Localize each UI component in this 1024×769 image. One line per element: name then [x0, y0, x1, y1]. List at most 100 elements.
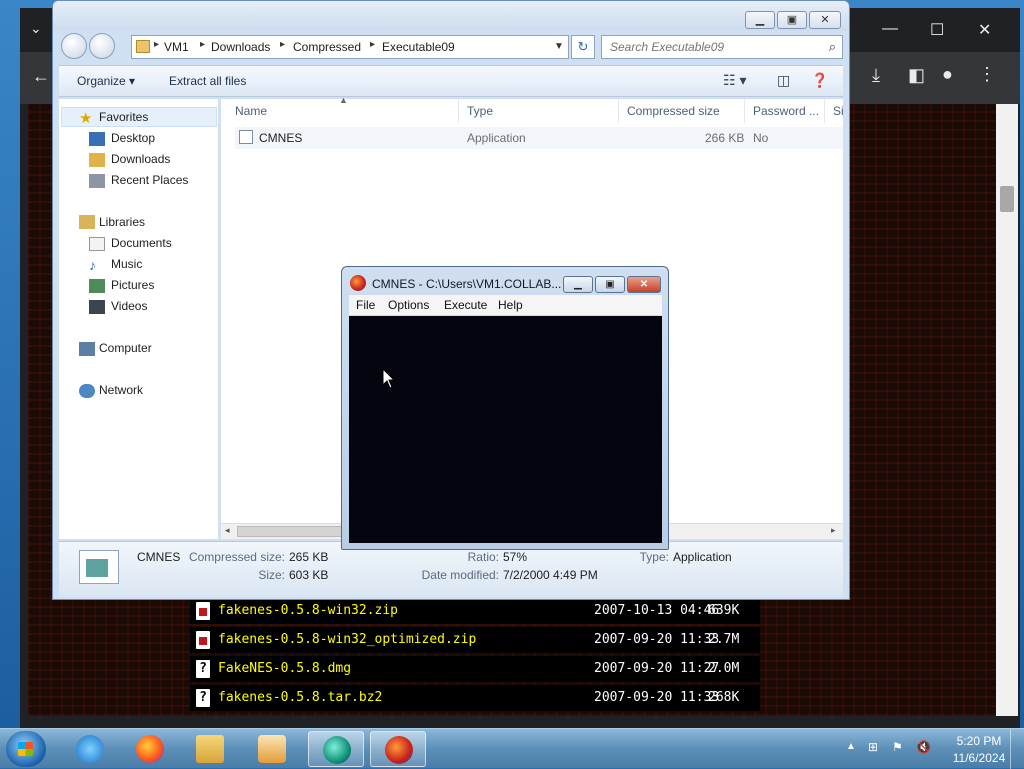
nav-item-pictures[interactable]: Pictures — [111, 278, 154, 298]
cmnes-title: CMNES - C:\Users\VM1.COLLAB... — [372, 277, 562, 291]
clock-date[interactable]: 11/6/2024 — [946, 751, 1012, 765]
sidepanel-icon[interactable]: ◧ — [908, 65, 925, 86]
taskbar-cmnes[interactable] — [370, 731, 426, 767]
forward-button[interactable] — [89, 33, 115, 59]
menu-icon[interactable]: ⋮ — [978, 64, 996, 85]
tab-search-icon[interactable]: ⌄ — [30, 20, 42, 37]
breadcrumb-vm1[interactable]: VM1 — [164, 40, 189, 54]
menu-file[interactable]: File — [356, 298, 375, 312]
scroll-right-icon[interactable]: ▸ — [831, 525, 836, 536]
table-row[interactable]: CMNES Application 266 KB No — [235, 127, 843, 149]
nav-item-downloads[interactable]: Downloads — [111, 152, 170, 172]
explorer-minimize-button[interactable]: ▁ — [745, 11, 775, 29]
column-type[interactable]: Type — [459, 99, 619, 123]
address-bar-row: ▸ VM1 ▸ Downloads ▸ Compressed ▸ Executa… — [61, 33, 845, 63]
nav-item-recent-places[interactable]: Recent Places — [111, 173, 188, 193]
column-name[interactable]: Name — [221, 99, 459, 123]
cmnes-minimize-button[interactable]: ▁ — [563, 276, 593, 293]
file-row[interactable]: ? FakeNES-0.5.8.dmg 2007-09-20 11:27 2.0… — [190, 656, 760, 682]
scroll-left-icon[interactable]: ◂ — [225, 525, 230, 536]
breadcrumb-compressed[interactable]: Compressed — [293, 40, 361, 54]
column-size[interactable]: Si — [825, 99, 844, 123]
volume-muted-icon[interactable]: 🔇 — [916, 740, 931, 754]
scroll-thumb[interactable] — [1000, 186, 1014, 212]
back-button[interactable] — [61, 33, 87, 59]
command-bar: Organize ▾ Extract all files ☷ ▾ ◫ ❓ — [59, 65, 843, 97]
organize-button[interactable]: Organize ▾ — [77, 74, 135, 88]
chevron-right-icon[interactable]: ▸ — [200, 39, 205, 50]
explorer-close-button[interactable]: ✕ — [809, 11, 841, 29]
cmnes-window: CMNES - C:\Users\VM1.COLLAB... ▁ ▣ ✕ Fil… — [341, 266, 669, 550]
nav-item-videos[interactable]: Videos — [111, 299, 147, 319]
taskbar-firefox[interactable] — [122, 731, 178, 767]
nav-item-documents[interactable]: Documents — [111, 236, 172, 256]
show-desktop-button[interactable] — [1010, 729, 1024, 769]
breadcrumb-downloads[interactable]: Downloads — [211, 40, 270, 54]
view-options-icon[interactable]: ☷ ▾ — [723, 72, 746, 89]
details-name: CMNES — [137, 550, 181, 564]
scroll-thumb[interactable] — [237, 526, 347, 537]
start-button[interactable] — [6, 731, 46, 767]
file-name[interactable]: FakeNES-0.5.8.dmg — [218, 661, 351, 676]
search-box[interactable]: ⌕ — [601, 35, 843, 59]
search-icon[interactable]: ⌕ — [829, 39, 836, 55]
minimize-icon[interactable]: — — [882, 20, 898, 38]
chevron-right-icon[interactable]: ▸ — [280, 39, 285, 50]
menu-help[interactable]: Help — [498, 298, 523, 312]
column-password[interactable]: Password ... — [745, 99, 825, 123]
file-size: 2.7M — [708, 632, 740, 647]
refresh-button[interactable]: ↻ — [571, 35, 595, 59]
help-icon[interactable]: ❓ — [811, 72, 828, 89]
menu-options[interactable]: Options — [388, 298, 429, 312]
nav-favorites-label[interactable]: Favorites — [99, 110, 148, 130]
details-type-label: Type: — [639, 550, 669, 564]
nav-item-desktop[interactable]: Desktop — [111, 131, 155, 151]
emulator-screen[interactable] — [349, 316, 662, 543]
chevron-right-icon[interactable]: ▸ — [370, 39, 375, 50]
search-input[interactable] — [608, 39, 818, 55]
file-row[interactable]: fakenes-0.5.8-win32.zip 2007-10-13 04:46… — [190, 598, 760, 624]
details-type: Application — [673, 550, 732, 564]
action-center-icon[interactable]: ⚑ — [892, 740, 903, 754]
chevron-down-icon[interactable]: ▼ — [554, 41, 564, 52]
file-name[interactable]: fakenes-0.5.8-win32_optimized.zip — [218, 632, 476, 647]
back-icon[interactable]: ← — [32, 66, 50, 87]
taskbar-explorer[interactable] — [182, 731, 238, 767]
profile-icon[interactable]: ● — [942, 64, 953, 85]
taskbar-app[interactable] — [308, 731, 364, 767]
nav-computer[interactable]: Computer — [99, 341, 152, 361]
star-icon: ★ — [79, 110, 93, 127]
cmnes-maximize-button[interactable]: ▣ — [595, 276, 625, 293]
network-status-icon[interactable]: ⊞ — [868, 740, 878, 754]
cmnes-app-icon[interactable] — [350, 275, 366, 291]
file-date: 2007-09-20 11:27 — [594, 661, 720, 676]
taskbar: ▲ ⊞ ⚑ 🔇 5:20 PM 11/6/2024 — [0, 728, 1024, 769]
preview-pane-icon[interactable]: ◫ — [777, 72, 790, 89]
nav-item-music[interactable]: Music — [111, 257, 142, 277]
extract-all-button[interactable]: Extract all files — [169, 74, 246, 88]
column-compressed-size[interactable]: Compressed size — [619, 99, 745, 123]
menu-execute[interactable]: Execute — [444, 298, 487, 312]
address-bar[interactable]: ▸ VM1 ▸ Downloads ▸ Compressed ▸ Executa… — [131, 35, 569, 59]
file-row[interactable]: fakenes-0.5.8-win32_optimized.zip 2007-0… — [190, 627, 760, 653]
network-icon — [79, 384, 95, 398]
file-row[interactable]: ? fakenes-0.5.8.tar.bz2 2007-09-20 11:33… — [190, 685, 760, 711]
show-hidden-icons-icon[interactable]: ▲ — [846, 741, 856, 752]
close-icon[interactable]: ✕ — [978, 20, 991, 40]
taskbar-ie[interactable] — [62, 731, 118, 767]
cmnes-close-button[interactable]: ✕ — [627, 276, 661, 293]
explorer-maximize-button[interactable]: ▣ — [777, 11, 807, 29]
computer-icon — [79, 342, 95, 356]
nav-network[interactable]: Network — [99, 383, 143, 403]
chevron-right-icon[interactable]: ▸ — [154, 39, 159, 50]
download-icon[interactable]: ⤓ — [872, 65, 880, 86]
breadcrumb-executable09[interactable]: Executable09 — [382, 40, 455, 54]
maximize-icon[interactable]: ☐ — [930, 20, 944, 40]
clock-time[interactable]: 5:20 PM — [946, 734, 1012, 748]
file-name[interactable]: fakenes-0.5.8.tar.bz2 — [218, 690, 382, 705]
taskbar-media-player[interactable] — [244, 731, 300, 767]
nav-libraries[interactable]: Libraries — [99, 215, 145, 235]
browser-scrollbar[interactable] — [996, 104, 1018, 716]
file-name[interactable]: fakenes-0.5.8-win32.zip — [218, 603, 398, 618]
cell-password: No — [753, 131, 769, 145]
